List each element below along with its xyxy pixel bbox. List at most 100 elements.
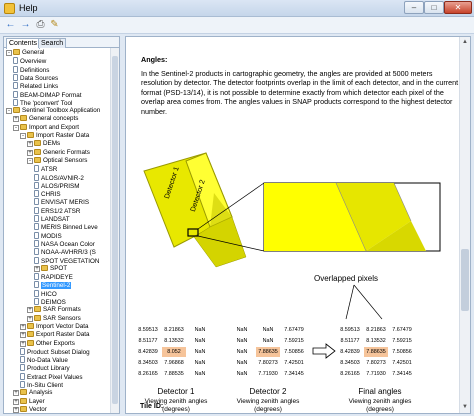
expand-icon[interactable]: + (13, 398, 19, 405)
expand-icon[interactable]: + (20, 340, 26, 347)
tree-item-general[interactable]: - General (6, 49, 44, 57)
book-icon (13, 107, 20, 114)
tree-item-noaa-avhrr-3-s[interactable]: NOAA-AVHRR/3 (S (34, 248, 96, 256)
back-icon[interactable]: ← (4, 19, 17, 31)
page-icon (34, 215, 39, 222)
tree-item-dems[interactable]: + DEMs (27, 140, 60, 148)
tree-item-data-sources[interactable]: Data Sources (13, 73, 58, 82)
tree-item-extract-pixel-values[interactable]: Extract Pixel Values (20, 372, 83, 381)
tree-item-meris-binned-leve[interactable]: MERIS Binned Leve (34, 223, 98, 231)
tree-scroll-thumb[interactable] (112, 56, 118, 404)
content-scroll-thumb[interactable] (461, 249, 469, 311)
tree-item-product-library[interactable]: Product Library (20, 364, 70, 372)
collapse-icon[interactable]: - (20, 133, 26, 139)
tree-item-alos-prism[interactable]: ALOS/PRISM (34, 181, 80, 190)
nav-tabs: Contents Search (4, 37, 119, 49)
options-icon[interactable]: ✎ (48, 19, 61, 31)
tree-item-chris[interactable]: CHRIS (34, 190, 61, 198)
tree-item-layer[interactable]: + Layer (13, 397, 45, 406)
tree-item-sar-sensors[interactable]: + SAR Sensors (27, 314, 81, 323)
page-icon (34, 165, 39, 173)
tree-item-label: SAR Sensors (43, 314, 81, 322)
collapse-icon[interactable]: - (13, 124, 19, 131)
tree-item-general-concepts[interactable]: + General concepts (13, 115, 78, 123)
expand-icon[interactable]: + (13, 116, 19, 123)
print-icon[interactable]: ⎙ (34, 19, 47, 31)
tree-item-sar-formats[interactable]: + SAR Formats (27, 306, 81, 314)
grid-cell: NaN (194, 371, 206, 377)
tree-item-generic-formats[interactable]: + Generic Formats (27, 148, 90, 157)
tree-item-beam-dimap-format[interactable]: BEAM-DIMAP Format (13, 90, 81, 99)
tree-item-optical-sensors[interactable]: - Optical Sensors (27, 156, 88, 165)
tree-item-sentinel-2[interactable]: Sentinel-2 (34, 281, 72, 290)
tree-item-label: Optical Sensors (43, 156, 88, 164)
page-icon (13, 82, 18, 90)
tree-item-the-pconvert-tool[interactable]: The 'pconvert' Tool (13, 98, 72, 107)
grid-cell: 7.34145 (392, 371, 412, 377)
tree-item-hico[interactable]: HICO (34, 289, 57, 298)
grid-cell: 8.052 (162, 347, 186, 357)
forward-icon[interactable]: → (19, 19, 32, 31)
collapse-icon[interactable]: - (27, 157, 33, 164)
tree-item-label: No-Data Value (27, 357, 68, 365)
page-icon (34, 190, 39, 198)
tree-item-nasa-ocean-color[interactable]: NASA Ocean Color (34, 239, 95, 248)
tree-item-label: NOAA-AVHRR/3 (S (41, 249, 96, 257)
maximize-button[interactable]: □ (424, 1, 444, 14)
tree-item-alos-avnir-2[interactable]: ALOS/AVNIR-2 (34, 173, 84, 182)
collapse-icon[interactable]: - (6, 108, 12, 115)
grid-cell: NaN (194, 338, 206, 344)
expand-icon[interactable]: + (13, 406, 19, 413)
tree-item-spot[interactable]: + SPOT (34, 264, 67, 273)
final-angles-grid: 8.59513 8.21863 7.67479 8.51177 8.13532 7.592… (338, 325, 416, 380)
expand-icon[interactable]: + (27, 307, 33, 314)
tree-item-modis[interactable]: MODIS (34, 231, 62, 240)
grid-cell: NaN (236, 349, 248, 355)
tree-item-ers1-2-atsr[interactable]: ERS1/2 ATSR (34, 206, 80, 215)
tree-item-spot-vegetation[interactable]: SPOT VEGETATION (34, 256, 99, 265)
merge-arrow-icon (312, 343, 336, 359)
book-icon (34, 148, 41, 155)
tree-item-definitions[interactable]: Definitions (13, 65, 49, 74)
tree-item-export-raster-data[interactable]: + Export Raster Data (20, 331, 90, 339)
grid-cell: NaN (236, 360, 248, 366)
tree-item-product-subset-dialog[interactable]: Product Subset Dialog (20, 347, 90, 356)
book-icon (13, 49, 20, 55)
tree-item-vector[interactable]: + Vector (13, 405, 47, 413)
tree-item-import-vector-data[interactable]: + Import Vector Data (20, 322, 89, 331)
tree-item-envisat-meris[interactable]: ENVISAT MERIS (34, 198, 89, 206)
tree-item-in-situ-client[interactable]: In-Situ Client (20, 381, 63, 389)
tree-item-atsr[interactable]: ATSR (34, 165, 57, 173)
tree-item-import-raster-data[interactable]: - Import Raster Data (20, 132, 89, 140)
expand-icon[interactable]: + (20, 323, 26, 330)
tree-scrollbar[interactable] (110, 48, 119, 413)
content-scrollbar[interactable]: ▲ ▼ (459, 37, 470, 413)
expand-icon[interactable]: + (27, 149, 33, 156)
tree-item-sentinel-toolbox-application[interactable]: - Sentinel Toolbox Application (6, 107, 100, 115)
tree-item-rapideye[interactable]: RAPIDEYE (34, 273, 73, 281)
tree-item-import-and-export[interactable]: - Import and Export (13, 123, 79, 132)
book-icon (34, 156, 41, 163)
tree-item-other-exports[interactable]: + Other Exports (20, 339, 75, 348)
tab-search[interactable]: Search (38, 38, 67, 48)
tree-item-overview[interactable]: Overview (13, 57, 46, 65)
tree-item-landsat[interactable]: LANDSAT (34, 215, 70, 223)
expand-icon[interactable]: + (13, 390, 19, 397)
expand-icon[interactable]: + (27, 141, 33, 148)
tree-item-related-links[interactable]: Related Links (13, 82, 58, 90)
scroll-down-icon[interactable]: ▼ (461, 403, 469, 411)
tree-item-deimos[interactable]: DEIMOS (34, 298, 66, 306)
expand-icon[interactable]: + (34, 265, 40, 272)
tree-item-label: Vector (29, 405, 47, 413)
grid-cell: 8.34503 (340, 360, 360, 366)
tree-item-no-data-value[interactable]: No-Data Value (20, 356, 68, 364)
minimize-button[interactable]: – (404, 1, 424, 14)
page-icon (34, 181, 39, 189)
expand-icon[interactable]: + (20, 332, 26, 339)
collapse-icon[interactable]: - (6, 50, 12, 56)
close-button[interactable]: ✕ (444, 1, 472, 14)
tree-item-analysis[interactable]: + Analysis (13, 389, 52, 397)
book-icon (20, 389, 27, 396)
expand-icon[interactable]: + (27, 315, 33, 322)
scroll-up-icon[interactable]: ▲ (461, 38, 469, 46)
